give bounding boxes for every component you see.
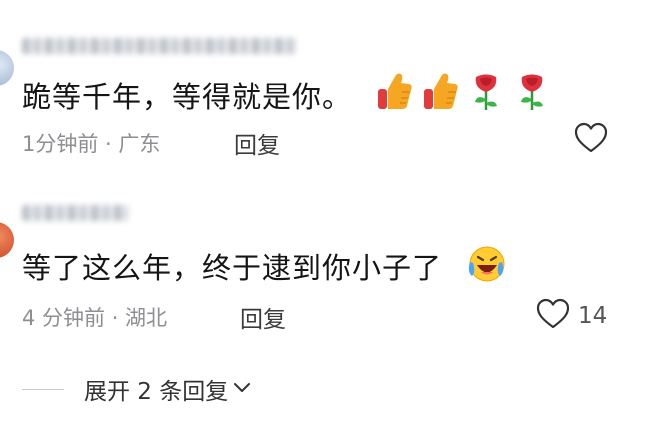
expand-replies-button[interactable]: 展开 2 条回复 [22, 372, 252, 406]
emoji-row [375, 72, 551, 112]
avatar[interactable] [0, 50, 14, 86]
heart-icon [574, 122, 608, 158]
reply-button[interactable]: 回复 [240, 300, 286, 334]
emoji-row [466, 244, 505, 284]
comment-meta: 4 分钟前 · 湖北 [22, 306, 168, 330]
like-button[interactable]: 14 [536, 298, 607, 334]
like-button[interactable] [574, 122, 608, 158]
reply-button[interactable]: 回复 [234, 126, 280, 160]
chevron-down-icon [232, 380, 252, 399]
thumbs-up-icon [421, 72, 459, 112]
comment-text: 等了这么年，终于逮到你小子了 [22, 251, 443, 285]
expand-replies-label: 展开 2 条回复 [84, 379, 229, 405]
laughing-crying-icon [466, 244, 505, 284]
avatar[interactable] [0, 222, 14, 258]
like-count: 14 [578, 303, 608, 329]
rose-icon [513, 72, 551, 112]
author-name-blurred[interactable] [22, 205, 128, 221]
divider [22, 388, 64, 390]
comment-text: 跪等千年，等得就是你。 [22, 80, 353, 114]
author-name-blurred[interactable] [22, 38, 297, 54]
thumbs-up-icon [375, 72, 413, 112]
heart-icon [536, 298, 570, 334]
rose-icon [467, 72, 505, 112]
comment-meta: 1分钟前 · 广东 [22, 132, 161, 156]
